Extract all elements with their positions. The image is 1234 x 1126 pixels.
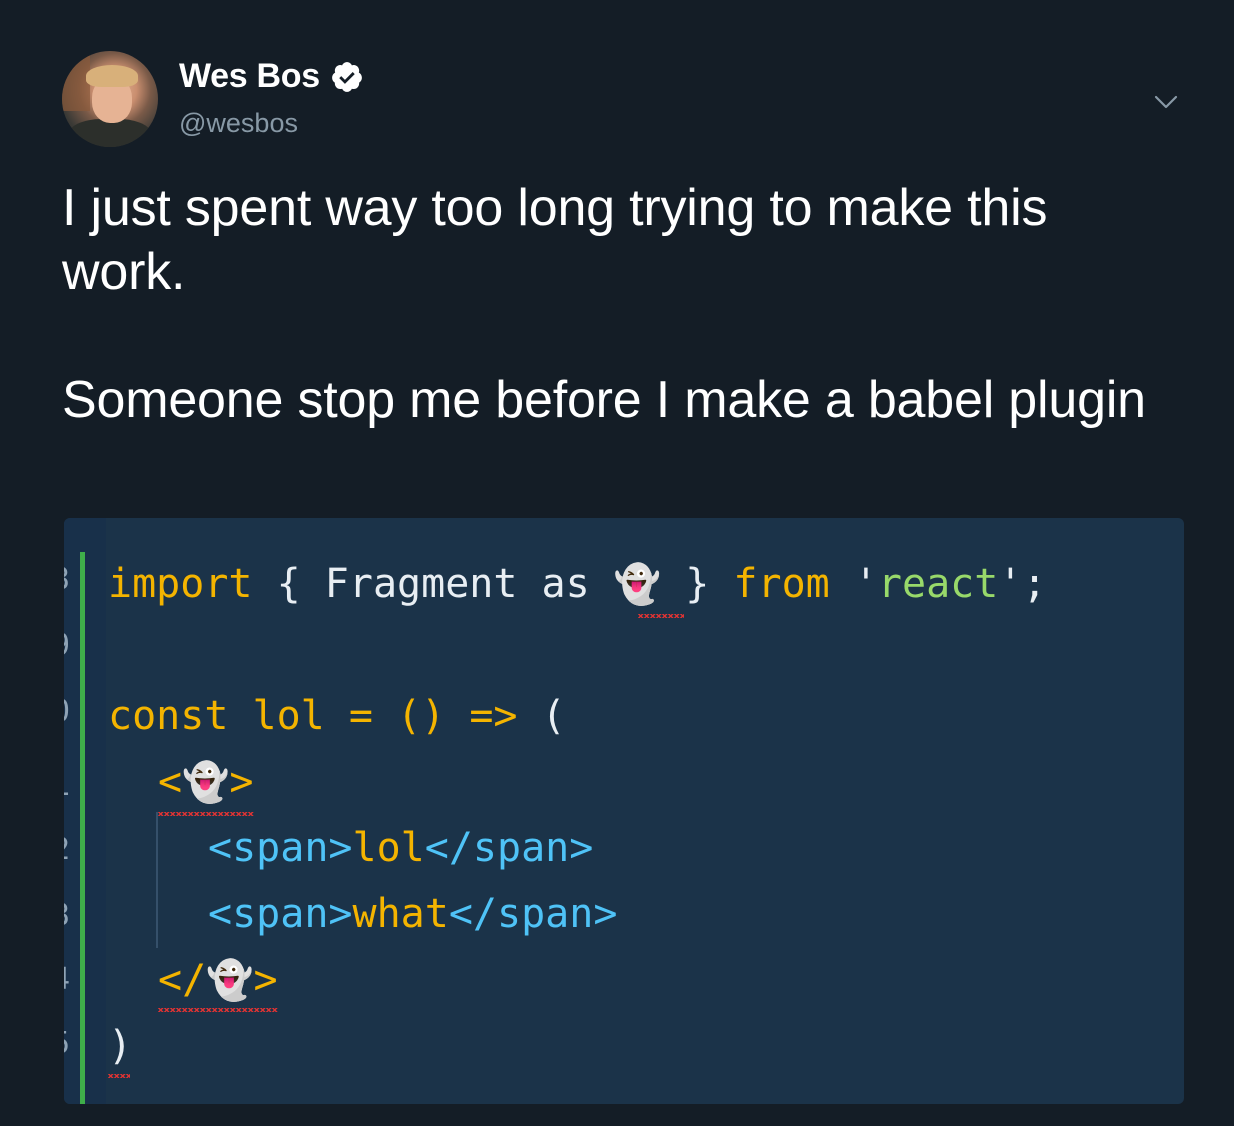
keyword-import: import xyxy=(108,561,253,607)
quote-close: ' xyxy=(998,561,1023,607)
arrow-operator: => xyxy=(469,693,518,739)
line-number: 1 xyxy=(64,768,70,803)
ghost-emoji-icon: 👻 xyxy=(613,562,662,606)
keyword-as: as xyxy=(541,561,590,607)
line-number: 2 xyxy=(64,832,70,867)
tag-close-bracket: > xyxy=(253,957,278,1003)
code-line-const: const lol = () => ( xyxy=(108,692,566,740)
lint-error-underline xyxy=(158,1008,278,1012)
code-line-span-lol: <span>lol</span> xyxy=(208,824,593,872)
avatar-shirt xyxy=(68,119,152,147)
paren-close: ) xyxy=(108,1023,133,1069)
author-handle[interactable]: @wesbos xyxy=(179,108,298,139)
line-number: 0 xyxy=(64,694,70,729)
parens: () xyxy=(397,693,446,739)
avatar-hair xyxy=(86,65,138,87)
line-number-gutter: 3 9 0 1 2 3 4 5 xyxy=(64,518,106,1104)
tweet-card: Wes Bos @wesbos I just spent way too lon… xyxy=(0,0,1234,1126)
tag-open-bracket: < xyxy=(158,759,183,805)
tweet-text: I just spent way too long trying to make… xyxy=(62,176,1182,432)
indent-guide xyxy=(156,812,158,948)
quote-open: ' xyxy=(853,561,878,607)
span-close-tag: </span> xyxy=(424,825,594,871)
line-number: 3 xyxy=(64,898,70,933)
lint-error-underline xyxy=(158,812,254,816)
line-number: 4 xyxy=(64,962,70,997)
author-name-row[interactable]: Wes Bos xyxy=(179,57,364,96)
verified-badge-icon xyxy=(331,61,362,92)
keyword-from: from xyxy=(733,561,830,607)
lint-error-underline xyxy=(108,1074,130,1078)
tweet-paragraph-1: I just spent way too long trying to make… xyxy=(62,179,1062,301)
code-line-fragment-open: <👻> xyxy=(158,758,254,806)
tag-close-bracket: > xyxy=(229,759,254,805)
ghost-emoji-icon: 👻 xyxy=(182,760,230,804)
ghost-emoji-icon: 👻 xyxy=(206,958,254,1002)
author-avatar[interactable] xyxy=(62,51,158,147)
span-text-what: what xyxy=(352,891,449,937)
code-line-fragment-close: </👻> xyxy=(158,956,278,1004)
code-line-span-what: <span>what</span> xyxy=(208,890,617,938)
code-line-close-paren: ) xyxy=(108,1022,132,1070)
line-number: 5 xyxy=(64,1026,70,1061)
author-display-name[interactable]: Wes Bos xyxy=(179,57,320,96)
operator-equals: = xyxy=(348,693,373,739)
line-number: 3 xyxy=(64,562,70,597)
tag-close-open-bracket: </ xyxy=(158,957,207,1003)
span-open-tag: <span> xyxy=(208,891,353,937)
git-added-indicator xyxy=(80,552,85,1104)
code-line-import: import { Fragment as 👻 } from 'react'; xyxy=(108,560,1047,608)
brace-open: { xyxy=(276,561,301,607)
keyword-const: const xyxy=(108,693,229,739)
semicolon: ; xyxy=(1022,561,1047,607)
chevron-down-icon[interactable] xyxy=(1150,86,1182,118)
lint-error-underline xyxy=(638,614,684,618)
identifier-lol: lol xyxy=(252,693,325,739)
span-text-lol: lol xyxy=(352,825,425,871)
tweet-paragraph-2: Someone stop me before I make a babel pl… xyxy=(62,371,1146,429)
span-close-tag: </span> xyxy=(448,891,618,937)
string-react: react xyxy=(877,561,999,607)
paren-open: ( xyxy=(541,693,566,739)
line-number: 9 xyxy=(64,628,70,663)
code-screenshot-image[interactable]: 3 9 0 1 2 3 4 5 import { Fragment as 👻 }… xyxy=(64,518,1184,1104)
identifier-fragment: Fragment xyxy=(324,561,518,607)
span-open-tag: <span> xyxy=(208,825,353,871)
brace-close: } xyxy=(685,561,710,607)
